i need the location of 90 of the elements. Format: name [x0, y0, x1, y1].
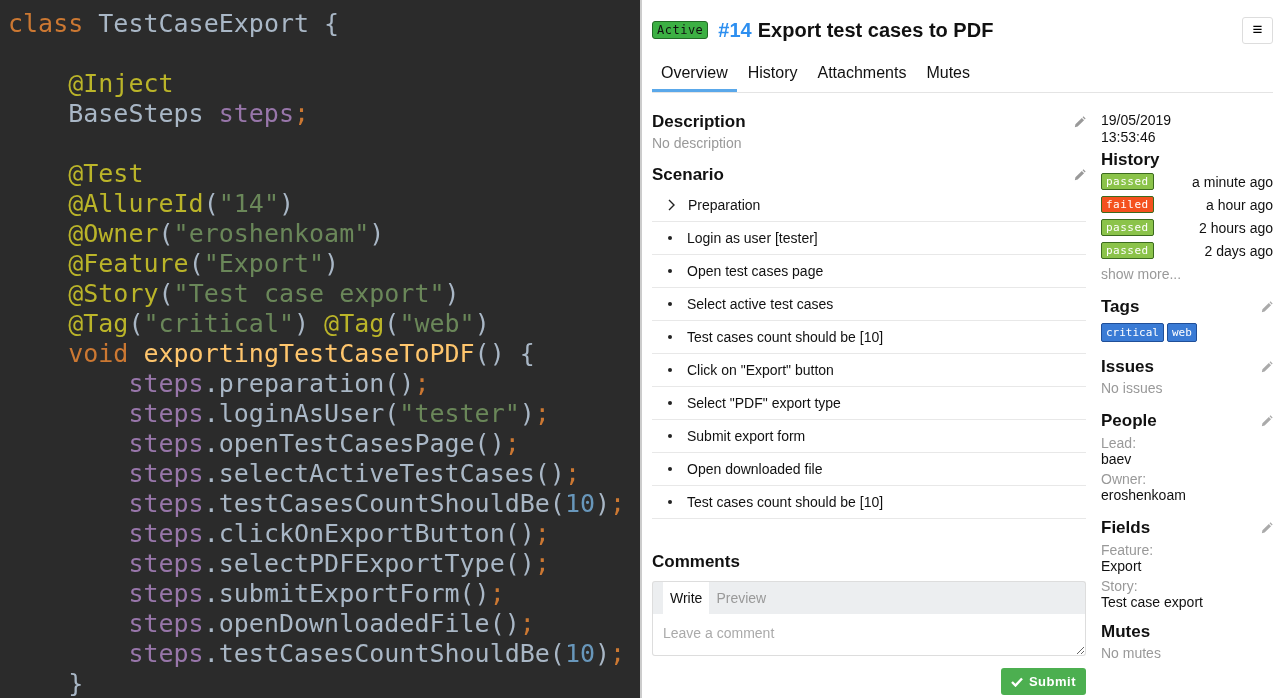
status-badge: Active [652, 21, 709, 39]
bullet-icon [668, 434, 672, 438]
code-line: void exportingTestCaseToPDF() { [67, 339, 535, 369]
scenario-step: Click on "Export" button [687, 362, 834, 378]
section-heading: Comments [652, 552, 741, 572]
code-line: steps.selectPDFExportType(); [127, 549, 550, 579]
edit-icon[interactable] [1073, 168, 1086, 182]
field-value: Test case export [1101, 594, 1204, 610]
scenario-step: Test cases count should be [10] [687, 329, 884, 345]
empty-description: No description [652, 135, 743, 151]
bullet-icon [668, 401, 672, 405]
code-line: steps.submitExportForm(); [127, 579, 505, 609]
submit-button[interactable]: Submit [1000, 668, 1086, 695]
run-time: 2 hours ago [1199, 219, 1273, 236]
bullet-icon [668, 368, 672, 372]
edit-icon[interactable] [1260, 521, 1273, 535]
code-line: @Tag("critical") @Tag("web") [67, 309, 490, 339]
tab[interactable]: Overview [652, 58, 737, 92]
test-case-id: #14 [718, 18, 752, 42]
code-line: steps.loginAsUser("tester"); [127, 399, 550, 429]
bullet-icon [668, 269, 672, 273]
field-label: Story: [1101, 578, 1139, 594]
code-line: steps.clickOnExportButton(); [127, 519, 550, 549]
code-line: @Inject [67, 69, 174, 99]
section-heading: History [1101, 150, 1161, 170]
run-time: a hour ago [1206, 196, 1273, 213]
code-line: @Owner("eroshenkoam") [67, 219, 385, 249]
code-line: @AllureId("14") [67, 189, 294, 219]
section-heading: Tags [1101, 297, 1140, 317]
bullet-icon [668, 467, 672, 471]
section-heading: Issues [1101, 357, 1154, 377]
chevron-right-icon[interactable] [667, 199, 675, 211]
scenario-step: Open downloaded file [687, 461, 823, 477]
empty-issues: No issues [1101, 380, 1164, 396]
tag-badge[interactable]: web [1167, 323, 1197, 342]
test-case-title: Export test cases to PDF [757, 18, 994, 42]
field-label: Lead: [1101, 435, 1138, 451]
scenario-step: Test cases count should be [10] [687, 494, 884, 510]
section-heading: Scenario [652, 165, 724, 185]
section-heading: People [1101, 411, 1157, 431]
comment-tab[interactable]: Preview [709, 582, 774, 614]
field-value: eroshenkoam [1101, 487, 1187, 503]
code-line: steps.testCasesCountShouldBe(10); [127, 489, 626, 519]
scenario-step: Select active test cases [687, 296, 834, 312]
check-icon [1010, 676, 1023, 687]
edit-icon[interactable] [1260, 300, 1273, 314]
run-time: a minute ago [1192, 173, 1273, 190]
empty-mutes: No mutes [1101, 645, 1162, 661]
edit-icon[interactable] [1260, 414, 1273, 428]
code-line: BaseSteps steps; [67, 99, 310, 129]
field-label: Feature: [1101, 542, 1155, 558]
section-heading: Mutes [1101, 622, 1152, 642]
edit-icon[interactable] [1073, 115, 1086, 129]
field-label: Owner: [1101, 471, 1148, 487]
code-line: steps.selectActiveTestCases(); [127, 459, 580, 489]
code-line: @Story("Test case export") [67, 279, 460, 309]
comment-field[interactable]: Leave a comment [652, 614, 1086, 656]
code-line: } [67, 669, 84, 698]
scenario-step: Open test cases page [687, 263, 824, 279]
code-line: @Test [67, 159, 144, 189]
bullet-icon [668, 500, 672, 504]
bullet-icon [668, 302, 672, 306]
code-line: steps.testCasesCountShouldBe(10); [127, 639, 626, 669]
field-value: baev [1101, 451, 1133, 467]
bullet-icon [668, 236, 672, 240]
comment-tab[interactable]: Write [663, 582, 710, 614]
tab[interactable]: History [738, 58, 807, 92]
tag-badge[interactable]: critical [1101, 323, 1164, 342]
code-line: steps.openTestCasesPage(); [127, 429, 520, 459]
tab[interactable]: Attachments [808, 58, 916, 92]
bullet-icon [668, 335, 672, 339]
code-line: steps.preparation(); [127, 369, 430, 399]
scenario-step: Login as user [tester] [687, 230, 818, 246]
result-badge[interactable]: failed [1101, 196, 1154, 213]
run-time: 2 days ago [1204, 242, 1273, 259]
field-value: Export [1101, 558, 1143, 574]
code-line: class TestCaseExport { [8, 9, 340, 39]
edit-icon[interactable] [1260, 360, 1273, 374]
show-more-link[interactable]: show more... [1101, 266, 1273, 282]
date-text: 19/05/2019 [1101, 112, 1173, 129]
menu-button[interactable]: ≡ [1242, 16, 1273, 44]
scenario-step: Preparation [688, 197, 761, 213]
section-heading: Description [652, 112, 746, 132]
code-line: @Feature("Export") [67, 249, 340, 279]
scenario-step: Select "PDF" export type [687, 395, 841, 411]
tab[interactable]: Mutes [917, 58, 979, 92]
scenario-step: Submit export form [687, 428, 806, 444]
time-text: 13:53:46 [1101, 129, 1157, 146]
section-heading: Fields [1101, 518, 1151, 538]
code-line: steps.openDownloadedFile(); [127, 609, 535, 639]
